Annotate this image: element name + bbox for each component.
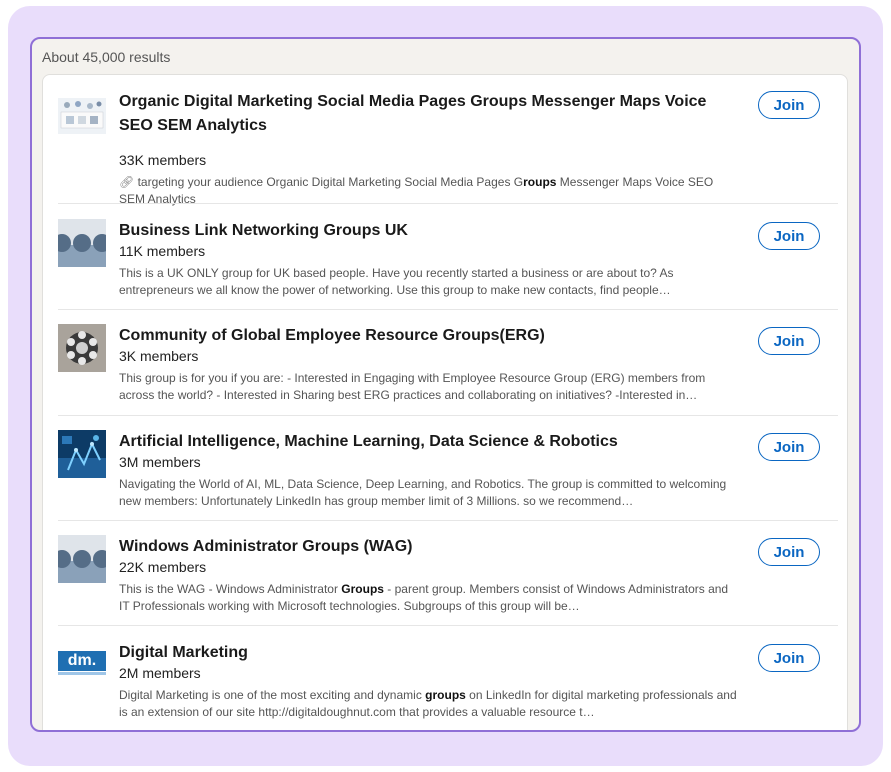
member-count: 3K members [119,348,199,364]
join-button[interactable]: Join [758,327,820,355]
group-snippet: Navigating the World of AI, ML, Data Sci… [119,477,727,508]
list-item[interactable]: Business Link Networking Groups UK 11K m… [58,219,838,310]
results-count: About 45,000 results [42,49,171,65]
link-icon: 🔗︎ [119,175,138,189]
join-button[interactable]: Join [758,538,820,566]
group-name[interactable]: Community of Global Employee Resource Gr… [119,324,719,348]
join-button[interactable]: Join [758,222,820,250]
group-logo-default-icon[interactable] [58,535,106,583]
divider [58,520,838,521]
join-button[interactable]: Join [758,91,820,119]
group-name[interactable]: Business Link Networking Groups UK [119,219,719,243]
group-snippet: Digital Marketing is one of the most exc… [119,688,737,719]
group-logo-marketing-icon[interactable] [58,98,106,146]
divider [58,415,838,416]
group-snippet: This is the WAG - Windows Administrator … [119,582,729,613]
divider [58,625,838,626]
divider [58,203,838,204]
group-logo-dm-icon[interactable]: dm. [58,651,106,677]
list-item[interactable]: Artificial Intelligence, Machine Learnin… [58,430,838,521]
group-name[interactable]: Organic Digital Marketing Social Media P… [119,90,719,138]
member-count: 11K members [119,243,206,259]
member-count: 33K members [119,152,207,168]
group-logo-community-icon[interactable] [58,324,106,372]
group-snippet: This is a UK ONLY group for UK based peo… [119,266,674,297]
list-item[interactable]: Community of Global Employee Resource Gr… [58,324,838,416]
join-button[interactable]: Join [758,644,820,672]
member-count: 22K members [119,559,207,575]
divider [58,309,838,310]
results-list[interactable]: Organic Digital Marketing Social Media P… [42,74,848,730]
group-logo-ai-icon[interactable] [58,430,106,478]
join-button[interactable]: Join [758,433,820,461]
group-name[interactable]: Digital Marketing [119,641,719,665]
list-item[interactable]: Windows Administrator Groups (WAG) 22K m… [58,535,838,626]
group-logo-default-icon[interactable] [58,219,106,267]
group-name[interactable]: Windows Administrator Groups (WAG) [119,535,719,559]
member-count: 3M members [119,454,201,470]
group-name[interactable]: Artificial Intelligence, Machine Learnin… [119,430,719,454]
list-item[interactable]: dm. Digital Marketing 2M members Digital… [58,641,838,730]
search-results-panel: About 45,000 results Organic Digital Mar… [30,37,861,732]
list-item[interactable]: Organic Digital Marketing Social Media P… [58,90,838,206]
group-snippet: This group is for you if you are: - Inte… [119,371,706,402]
dm-logo-text: dm. [58,651,106,671]
member-count: 2M members [119,665,201,681]
